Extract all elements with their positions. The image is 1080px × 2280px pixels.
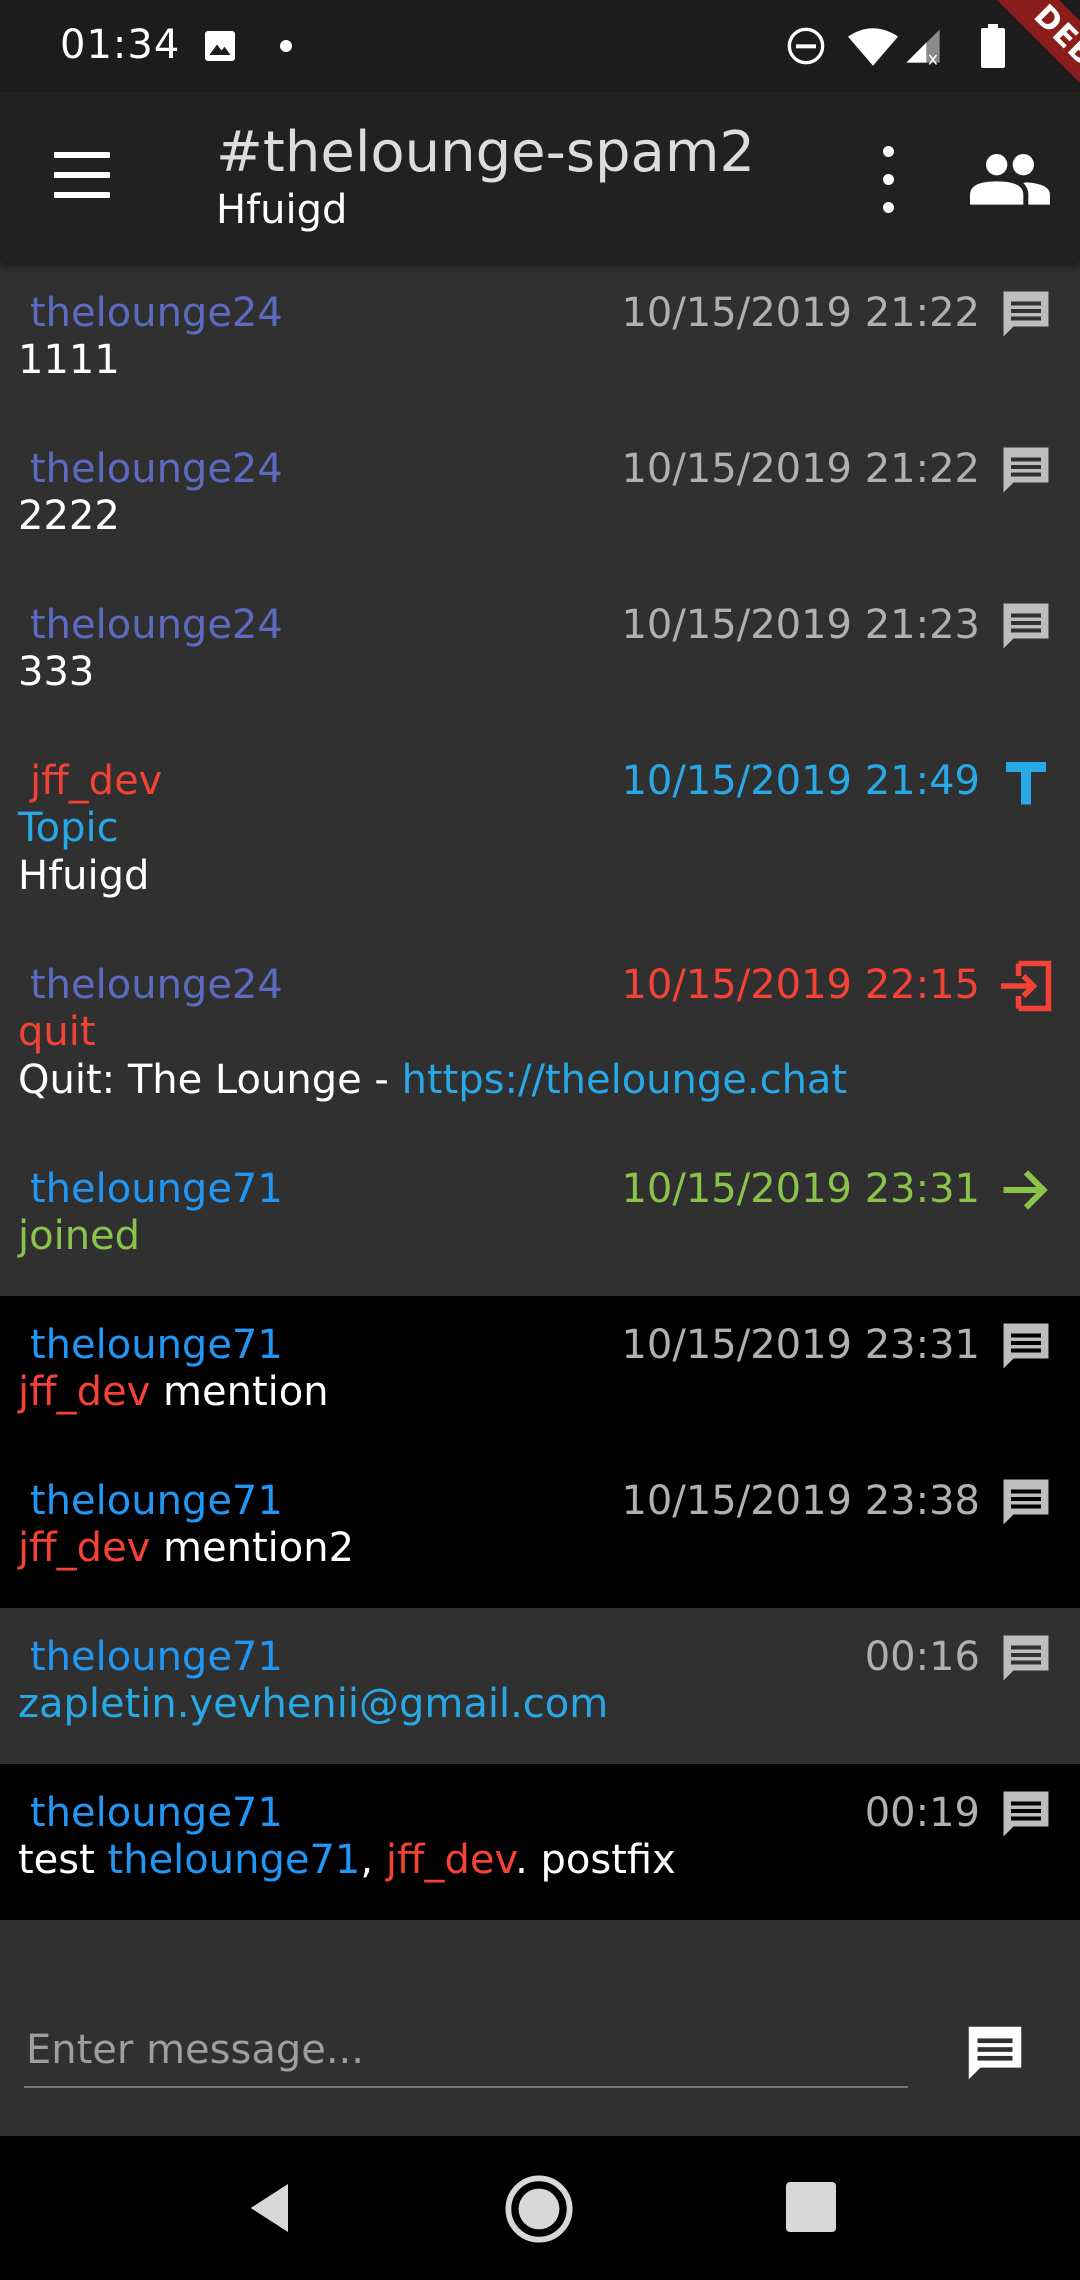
status-time: 01:34 [60,22,181,68]
message-event-label: Topic [18,805,119,851]
message-text: , [360,1837,386,1883]
message-input[interactable] [24,2014,908,2088]
message-nick[interactable]: thelounge71 [30,1634,283,1680]
home-icon[interactable] [504,2174,574,2244]
message-item-mention[interactable]: thelounge71 10/15/2019 23:38 jff_dev men… [0,1452,1080,1608]
message-text: mention2 [150,1525,355,1571]
message-time: 10/15/2019 22:15 [621,962,980,1008]
quit-icon [1001,960,1052,1012]
message-nick[interactable]: thelounge24 [30,602,283,648]
message-time: 00:19 [864,1790,980,1836]
message-link[interactable]: https://thelounge.chat [402,1057,848,1103]
message-nick[interactable]: thelounge71 [30,1322,283,1368]
message-text: 2222 [18,493,120,539]
message-time: 10/15/2019 23:31 [621,1322,980,1368]
message-nick[interactable]: thelounge71 [30,1478,283,1524]
message-item[interactable]: thelounge24 10/15/2019 21:22 1111 [0,264,1080,420]
message-list[interactable]: thelounge24 10/15/2019 21:22 1111 thelou… [0,264,1080,1920]
message-item-join[interactable]: thelounge71 10/15/2019 23:31 joined [0,1140,1080,1296]
chat-icon [1003,603,1049,649]
message-event-label: joined [18,1213,141,1259]
message-nick[interactable]: thelounge71 [30,1790,283,1836]
more-vert-icon [883,146,894,157]
channel-topic: Hfuigd [216,187,348,233]
do-not-disturb-icon [787,27,825,65]
message-time: 10/15/2019 21:22 [621,290,980,336]
send-message-icon[interactable] [960,2018,1030,2088]
image-notification-icon [205,31,235,61]
chat-icon [1003,291,1049,337]
message-item-mention[interactable]: thelounge71 10/15/2019 23:31 jff_dev men… [0,1296,1080,1452]
mention-nick[interactable]: jff_dev [386,1837,515,1883]
topic-icon [1006,762,1046,805]
recent-apps-icon[interactable] [786,2182,836,2232]
message-nick[interactable]: jff_dev [30,758,162,804]
message-text: mention [150,1369,329,1415]
message-time: 10/15/2019 21:22 [621,446,980,492]
message-item[interactable]: thelounge24 10/15/2019 21:22 2222 [0,420,1080,576]
message-item-topic[interactable]: jff_dev 10/15/2019 21:49 Topic Hfuigd [0,732,1080,936]
message-input-area [0,1968,1080,2136]
menu-icon [54,152,110,158]
members-icon[interactable] [970,150,1050,206]
message-item[interactable]: thelounge24 10/15/2019 21:23 333 [0,576,1080,732]
more-options-button[interactable] [868,142,908,218]
chat-icon [1003,1635,1049,1681]
message-event-label: quit [18,1009,96,1055]
message-text: . postfix [515,1837,676,1883]
mention-nick[interactable]: thelounge71 [108,1837,361,1883]
message-text: 333 [18,649,95,695]
message-text: Hfuigd [18,853,150,899]
message-time: 10/15/2019 23:31 [621,1166,980,1212]
mention-nick[interactable]: jff_dev [18,1369,150,1415]
message-nick[interactable]: thelounge71 [30,1166,283,1212]
chat-icon [1003,1479,1049,1525]
message-item-quit[interactable]: thelounge24 10/15/2019 22:15 quit Quit: … [0,936,1080,1140]
message-time: 10/15/2019 23:38 [621,1478,980,1524]
message-nick[interactable]: thelounge24 [30,290,283,336]
join-arrow-icon [1003,1170,1048,1210]
message-item-mention[interactable]: thelounge71 00:19 test thelounge71, jff_… [0,1764,1080,1920]
chat-icon [1003,447,1049,493]
message-nick[interactable]: thelounge24 [30,962,283,1008]
mention-nick[interactable]: jff_dev [18,1525,150,1571]
channel-title-block[interactable]: #thelounge-spam2 Hfuigd [216,120,755,234]
message-email-link[interactable]: zapletin.yevhenii@gmail.com [18,1681,608,1727]
wifi-icon [848,28,898,66]
chat-icon [1003,1323,1049,1369]
message-nick[interactable]: thelounge24 [30,446,283,492]
message-text: 1111 [18,337,120,383]
message-text: Quit: The Lounge - [18,1057,402,1103]
app-bar: #thelounge-spam2 Hfuigd [0,92,1080,262]
back-icon[interactable] [240,2176,304,2240]
menu-button[interactable] [50,152,116,202]
status-bar: 01:34 x DEBUG [0,0,1080,142]
notification-dot-icon [280,40,292,52]
message-time: 10/15/2019 21:49 [621,758,980,804]
message-item[interactable]: thelounge71 00:16 zapletin.yevhenii@gmai… [0,1608,1080,1764]
message-text: test [18,1837,108,1883]
message-time: 00:16 [864,1634,980,1680]
chat-icon [1003,1791,1049,1837]
channel-title: #thelounge-spam2 [216,120,756,185]
system-nav-bar [0,2136,1080,2280]
message-time: 10/15/2019 21:23 [621,602,980,648]
